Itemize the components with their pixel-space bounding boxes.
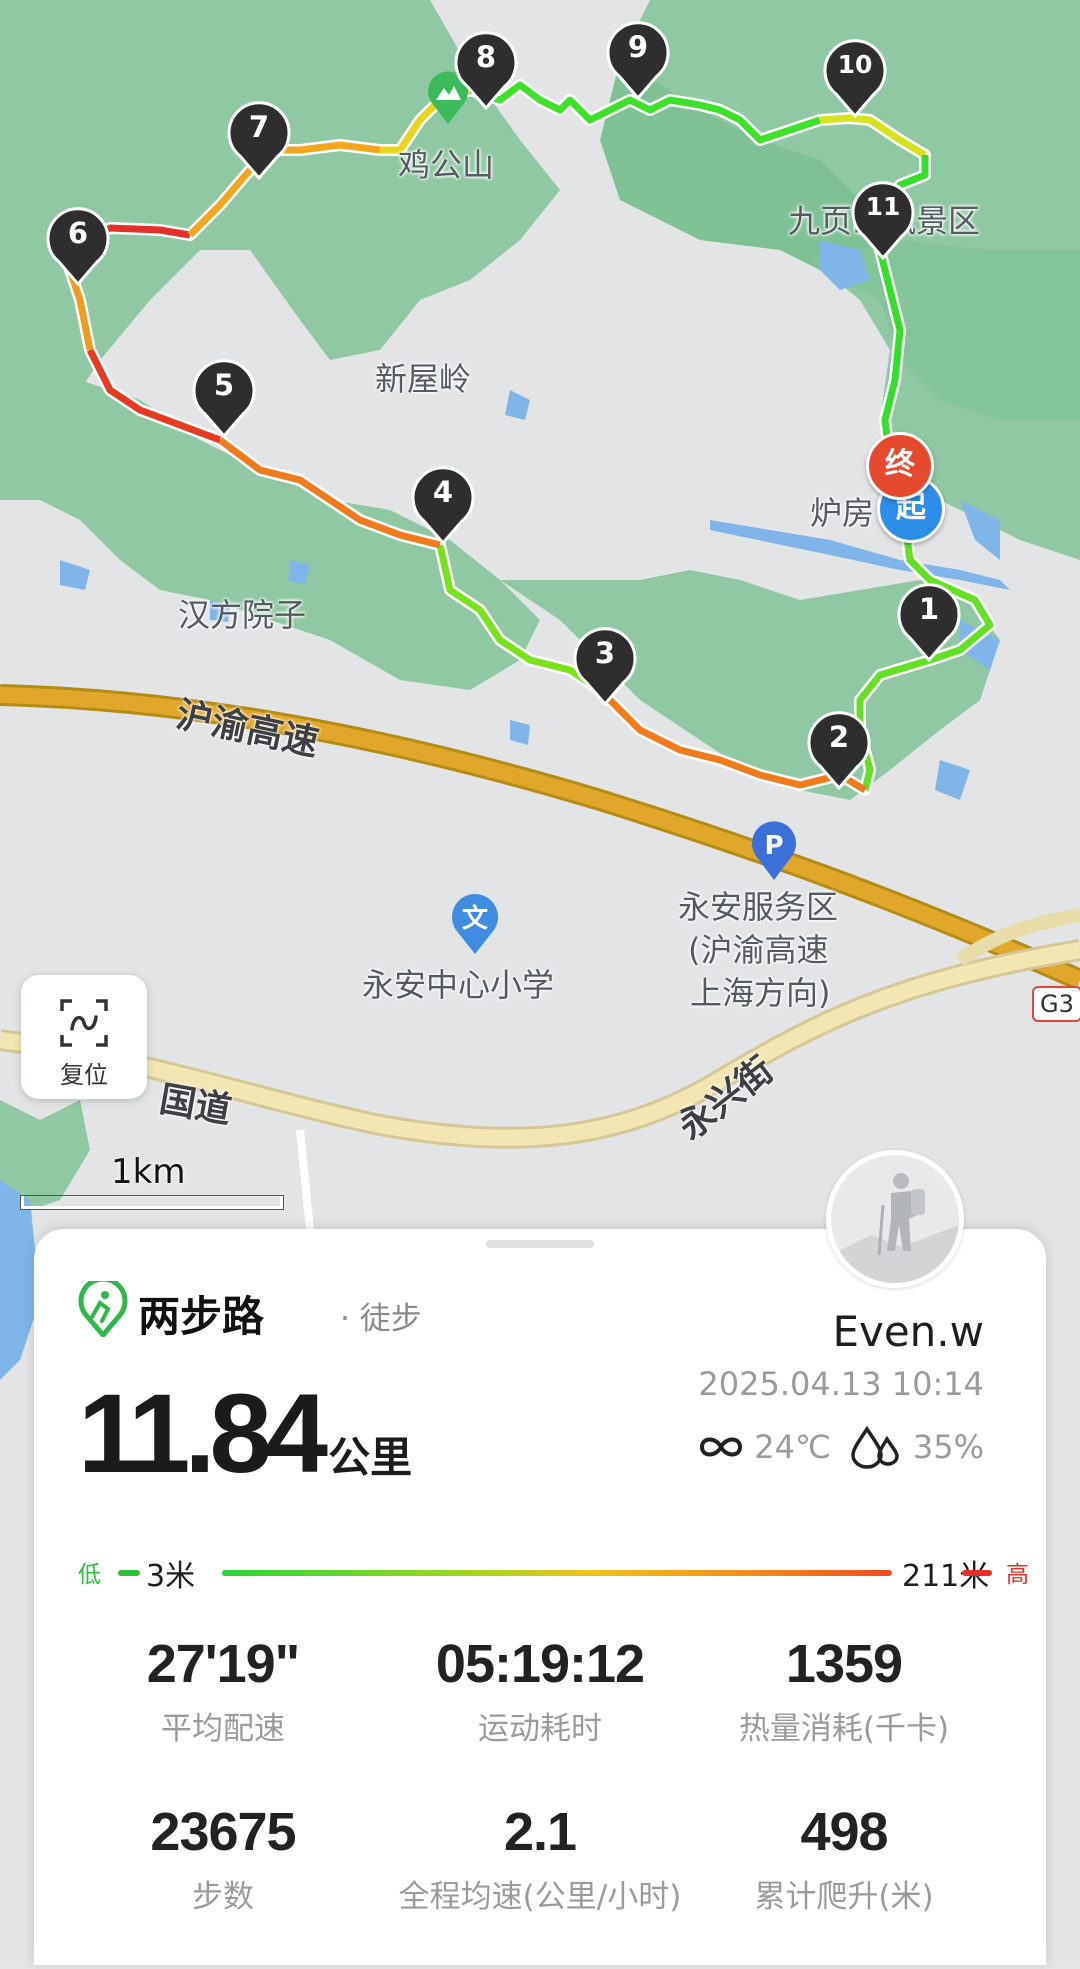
duration-label: 运动耗时 xyxy=(478,1711,602,1747)
place-label-xinwuling: 新屋岭 xyxy=(375,360,472,398)
stat-calories: 1359 热量消耗(千卡) xyxy=(679,1633,1009,1748)
place-label-yongan-service: 永安服务区 xyxy=(678,888,839,926)
cloudy-infinity-icon xyxy=(700,1437,743,1457)
drag-handle[interactable] xyxy=(486,1240,594,1248)
route-marker-7[interactable]: 7 xyxy=(226,100,292,180)
reset-view-button[interactable]: 复位 xyxy=(21,975,147,1099)
temperature: 24℃ xyxy=(754,1428,831,1466)
scale-label: 1km xyxy=(111,1152,186,1192)
route-marker-6[interactable]: 6 xyxy=(45,206,111,286)
calories-label: 热量消耗(千卡) xyxy=(738,1711,950,1747)
route-marker-4[interactable]: 4 xyxy=(410,465,476,545)
parking-icon[interactable]: P xyxy=(748,820,800,882)
route-marker-11[interactable]: 11 xyxy=(850,180,916,260)
elevation-gain-label: 累计爬升(米) xyxy=(754,1879,934,1915)
map-scale: 1km xyxy=(21,1152,283,1209)
elevation-low-swatch xyxy=(118,1570,140,1576)
avatar[interactable] xyxy=(826,1150,964,1288)
route-marker-8[interactable]: 8 xyxy=(453,30,519,110)
brand-name: 两步路 xyxy=(138,1292,265,1341)
route-marker-3[interactable]: 3 xyxy=(572,626,638,706)
elevation-gain-value: 498 xyxy=(800,1802,888,1862)
svg-text:P: P xyxy=(764,831,783,861)
humidity-drops-icon xyxy=(851,1425,899,1469)
weather-info: 24℃ 35% xyxy=(696,1425,984,1469)
duration-value: 05:19:12 xyxy=(435,1634,645,1694)
route-marker-5[interactable]: 5 xyxy=(191,358,257,438)
brand-logo-icon xyxy=(78,1281,128,1337)
reset-label: 复位 xyxy=(60,1061,108,1089)
place-label-yongan-service-3: 上海方向) xyxy=(690,974,831,1012)
elevation-low-value: 3米 xyxy=(146,1559,196,1594)
elevation-gradient-bar xyxy=(222,1570,892,1576)
track-reset-icon xyxy=(60,999,108,1047)
activity-datetime: 2025.04.13 10:14 xyxy=(698,1365,984,1403)
road-shield-g3: G3 xyxy=(1032,986,1080,1022)
place-label-hanfang: 汉方院子 xyxy=(178,596,307,634)
elevation-high-swatch xyxy=(962,1570,992,1576)
route-marker-10[interactable]: 10 xyxy=(822,38,888,118)
avg-pace-value: 27'19" xyxy=(146,1634,301,1694)
stat-steps: 23675 步数 xyxy=(58,1801,388,1916)
route-marker-2[interactable]: 2 xyxy=(806,710,872,790)
school-icon[interactable]: 文 xyxy=(448,892,502,956)
distance-value: 11.84 xyxy=(78,1371,328,1496)
elevation-low-label: 低 xyxy=(78,1562,101,1588)
steps-label: 步数 xyxy=(192,1879,254,1915)
place-label-yongan-service-2: (沪渝高速 xyxy=(688,931,829,969)
hiker-avatar-icon xyxy=(831,1173,959,1283)
steps-value: 23675 xyxy=(150,1802,296,1862)
avg-pace-label: 平均配速 xyxy=(161,1711,285,1747)
total-distance: 11.84 公里 xyxy=(78,1369,412,1498)
distance-unit: 公里 xyxy=(328,1433,413,1482)
end-marker[interactable]: 终 xyxy=(866,432,934,500)
avg-speed-label: 全程均速(公里/小时) xyxy=(398,1879,682,1915)
place-label-yongan-school: 永安中心小学 xyxy=(362,966,555,1004)
stat-avg-speed: 2.1 全程均速(公里/小时) xyxy=(375,1801,705,1916)
activity-summary-card[interactable]: 两步路 · 徒步 11.84 公里 Even.w 2025.04.13 10:14… xyxy=(34,1229,1046,1965)
place-label-jigongshan: 鸡公山 xyxy=(398,146,495,184)
stat-elevation-gain: 498 累计爬升(米) xyxy=(679,1801,1009,1916)
username: Even.w xyxy=(832,1307,984,1356)
place-label-lufang: 炉房 xyxy=(810,494,875,532)
avg-speed-value: 2.1 xyxy=(503,1802,577,1862)
route-marker-9[interactable]: 9 xyxy=(605,20,671,100)
humidity: 35% xyxy=(912,1428,984,1466)
calories-value: 1359 xyxy=(785,1634,903,1694)
activity-type: · 徒步 xyxy=(340,1301,422,1337)
svg-text:文: 文 xyxy=(462,903,489,934)
elevation-high-label: 高 xyxy=(1006,1562,1029,1588)
stat-duration: 05:19:12 运动耗时 xyxy=(375,1633,705,1748)
route-marker-1[interactable]: 1 xyxy=(896,582,962,662)
scale-bar xyxy=(21,1196,283,1209)
elevation-legend: 低 3米 211米 高 xyxy=(78,1551,1032,1595)
stat-avg-pace: 27'19" 平均配速 xyxy=(58,1633,388,1748)
